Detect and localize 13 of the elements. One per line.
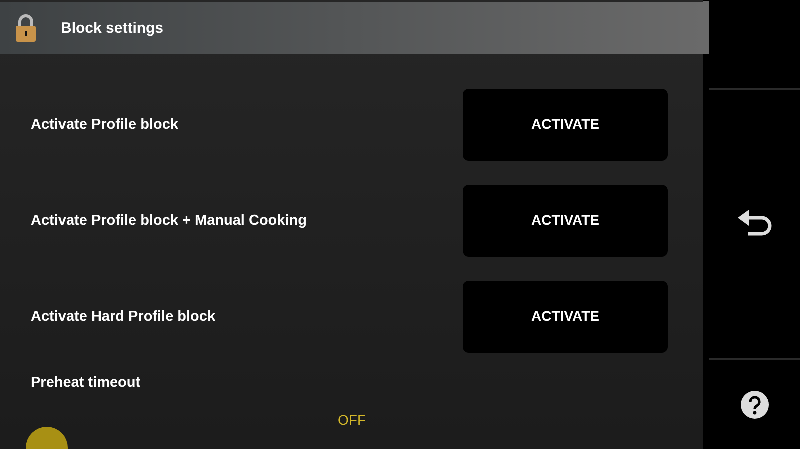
padlock-icon xyxy=(15,13,37,43)
activate-button[interactable]: ACTIVATE xyxy=(463,281,668,353)
setting-label: Activate Profile block xyxy=(31,117,178,133)
setting-label: Activate Profile block + Manual Cooking xyxy=(31,213,307,229)
activate-button[interactable]: ACTIVATE xyxy=(463,185,668,257)
slider-value: OFF xyxy=(338,412,366,428)
scrollbar[interactable] xyxy=(703,1,709,54)
help-icon xyxy=(740,390,768,418)
help-button[interactable] xyxy=(740,390,768,418)
header-title: Block settings xyxy=(61,20,164,36)
setting-label: Preheat timeout xyxy=(31,375,141,391)
activate-button[interactable]: ACTIVATE xyxy=(463,89,668,161)
setting-label: Activate Hard Profile block xyxy=(31,309,216,325)
